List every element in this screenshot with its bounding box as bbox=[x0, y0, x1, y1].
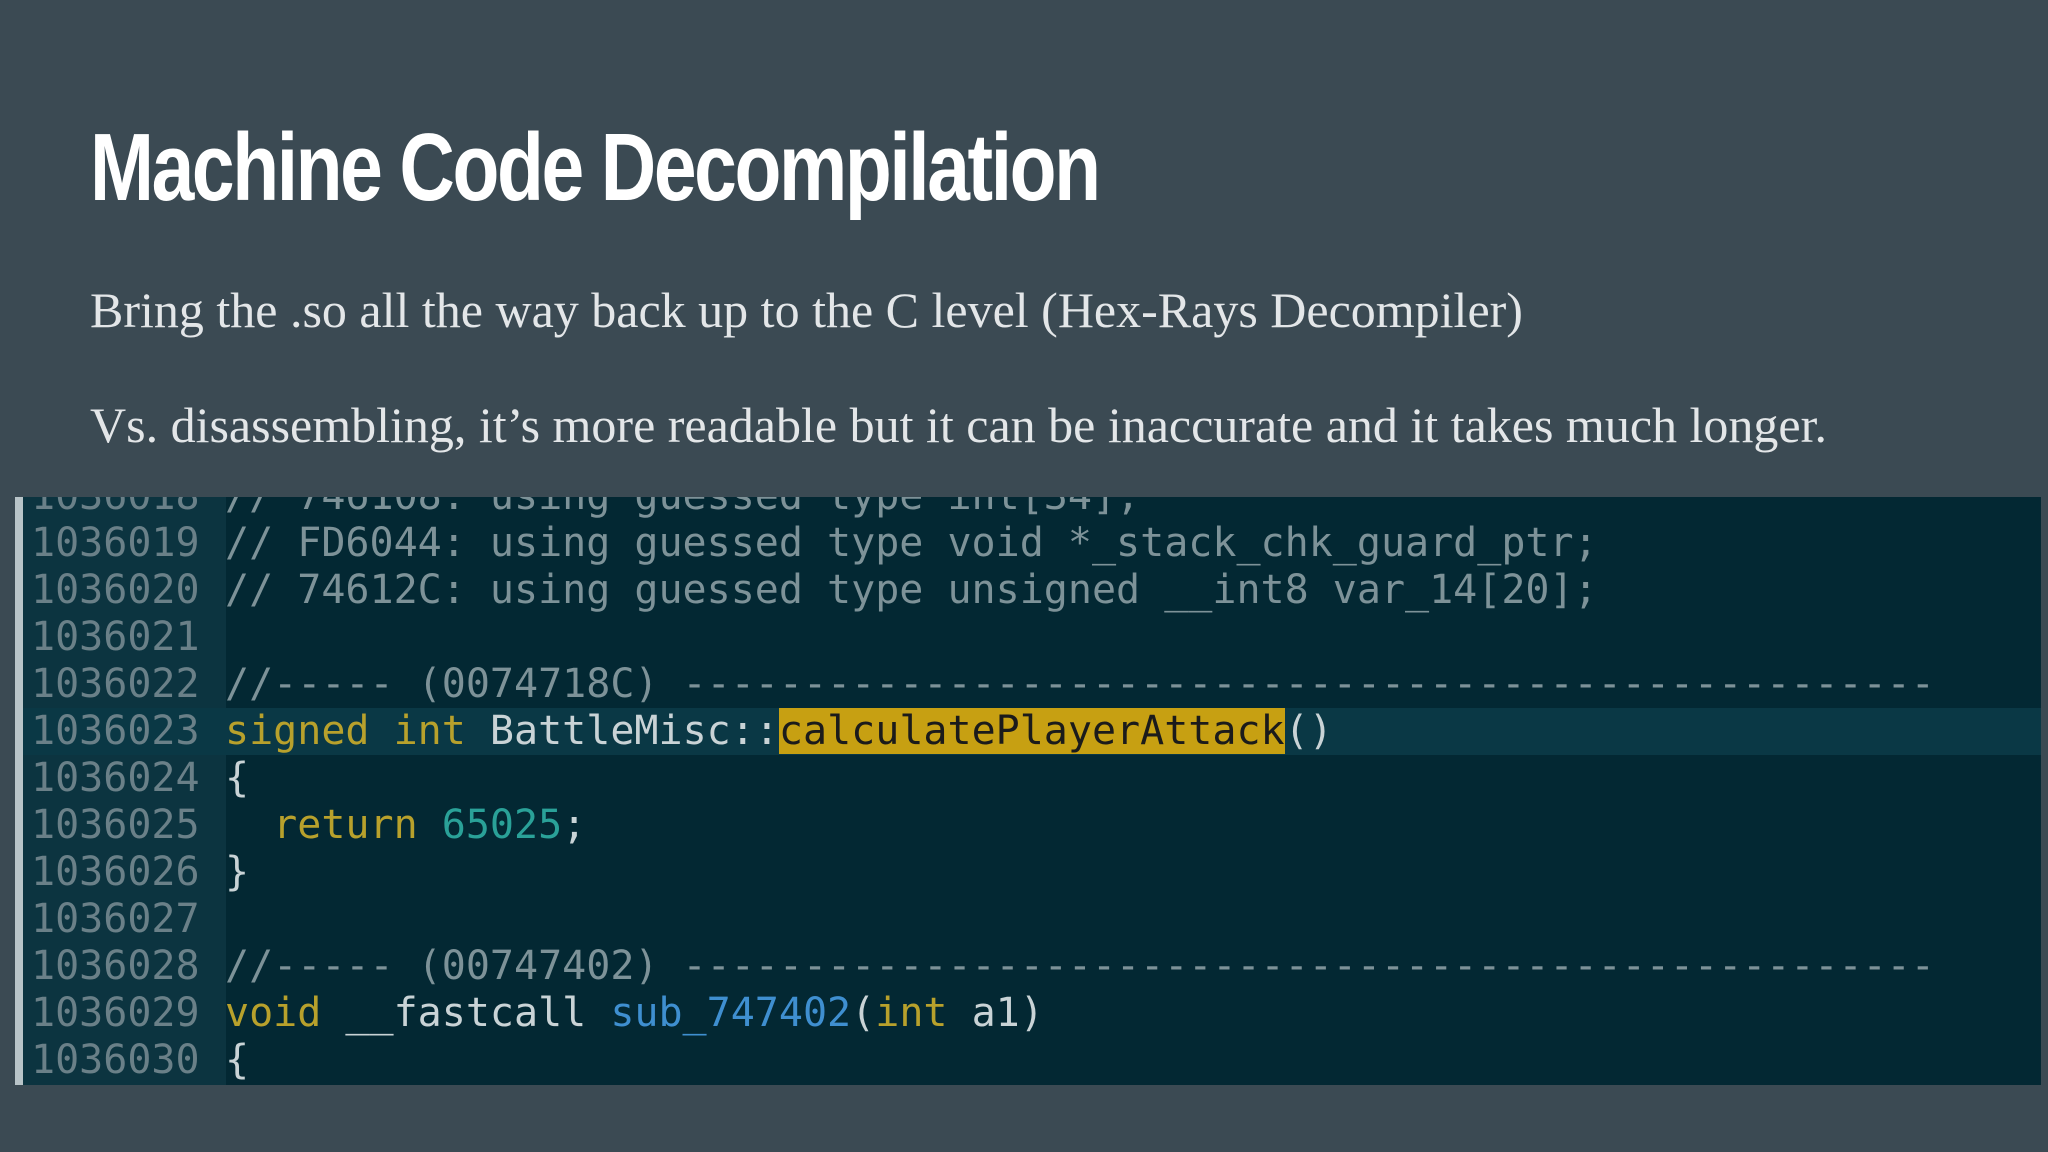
code-token: 65025 bbox=[441, 802, 563, 848]
code-text: return 65025; bbox=[213, 802, 586, 849]
code-token: return bbox=[225, 802, 418, 848]
code-text: //----- (0074718C) ---------------------… bbox=[213, 661, 1935, 708]
code-token: __fastcall bbox=[321, 990, 611, 1036]
bullet-decompiler: Bring the .so all the way back up to the… bbox=[90, 282, 1523, 338]
code-text: void __fastcall sub_747402(int a1) bbox=[213, 990, 1044, 1037]
code-line[interactable]: 1036018 // 746108: using guessed type int… bbox=[23, 497, 2041, 520]
code-text: } bbox=[213, 849, 249, 896]
code-token: void bbox=[225, 990, 322, 1036]
code-token: sub_747402 bbox=[610, 990, 852, 1036]
code-text: signed int BattleMisc::calculatePlayerAt… bbox=[213, 708, 1333, 755]
code-text: { bbox=[213, 755, 249, 802]
code-line[interactable]: 1036024 { bbox=[23, 755, 2041, 802]
line-number: 1036030 bbox=[31, 1037, 200, 1083]
highlighted-identifier[interactable]: calculatePlayerAttack bbox=[778, 708, 1285, 754]
code-token: ; bbox=[562, 802, 587, 848]
line-number: 1036021 bbox=[31, 614, 200, 660]
code-line[interactable]: 1036027 bbox=[23, 896, 2041, 943]
code-token: { bbox=[225, 1037, 250, 1083]
line-number: 1036020 bbox=[31, 567, 200, 613]
line-number: 1036026 bbox=[31, 849, 200, 895]
code-token: // 74612C: using guessed type unsigned _… bbox=[225, 567, 1598, 613]
code-line[interactable]: 1036021 bbox=[23, 614, 2041, 661]
code-line[interactable]: 1036022 //----- (0074718C) --------------… bbox=[23, 661, 2041, 708]
code-text: // 746108: using guessed type int[34]; bbox=[213, 497, 1140, 520]
code-line[interactable]: 1036030 { bbox=[23, 1037, 2041, 1084]
line-number: 1036018 bbox=[23, 497, 213, 520]
code-token: //----- (00747402) ---------------------… bbox=[225, 943, 1935, 989]
code-token: { bbox=[225, 755, 250, 801]
line-number: 1036023 bbox=[31, 708, 200, 754]
code-token: //----- (0074718C) ---------------------… bbox=[225, 661, 1935, 707]
line-number: 1036028 bbox=[31, 943, 200, 989]
code-text: //----- (00747402) ---------------------… bbox=[213, 943, 1935, 990]
line-number: 1036022 bbox=[31, 661, 200, 707]
code-token: a1) bbox=[947, 990, 1044, 1036]
bullet-comparison: Vs. disassembling, it’s more readable bu… bbox=[90, 397, 1827, 453]
code-token: () bbox=[1284, 708, 1333, 754]
code-token: // FD6044: using guessed type void *_sta… bbox=[225, 520, 1598, 566]
line-number: 1036024 bbox=[31, 755, 200, 801]
decompiler-code-view[interactable]: 1036018 // 746108: using guessed type int… bbox=[15, 497, 2041, 1085]
code-token: // 746108: using guessed type int[34]; bbox=[225, 497, 1140, 519]
line-number: 1036027 bbox=[31, 896, 200, 942]
code-line[interactable]: 1036019 // FD6044: using guessed type voi… bbox=[23, 520, 2041, 567]
code-line[interactable]: 1036020 // 74612C: using guessed type uns… bbox=[23, 567, 2041, 614]
slide-title: Machine Code Decompilation bbox=[90, 114, 1101, 221]
line-number: 1036025 bbox=[31, 802, 200, 848]
code-line[interactable]: 1036026} bbox=[23, 849, 2041, 896]
code-token: int bbox=[875, 990, 948, 1036]
line-number: 1036019 bbox=[31, 520, 200, 566]
code-line[interactable]: 1036028 //----- (00747402) --------------… bbox=[23, 943, 2041, 990]
code-token: signed int bbox=[225, 708, 466, 754]
code-text: // FD6044: using guessed type void *_sta… bbox=[213, 520, 1598, 567]
code-line[interactable]: 1036025 return 65025; bbox=[23, 802, 2041, 849]
code-line[interactable]: 1036029 void __fastcall sub_747402(int a1… bbox=[23, 990, 2041, 1037]
code-lines: 1036018 // 746108: using guessed type int… bbox=[23, 497, 2041, 1085]
code-token: BattleMisc:: bbox=[465, 708, 779, 754]
code-line-current[interactable]: 1036023 signed int BattleMisc::calculateP… bbox=[23, 708, 2041, 755]
code-text: { bbox=[213, 1037, 249, 1084]
slide-footer-band bbox=[0, 1085, 2048, 1152]
line-number: 1036029 bbox=[31, 990, 200, 1036]
code-text: // 74612C: using guessed type unsigned _… bbox=[213, 567, 1598, 614]
code-token: ( bbox=[851, 990, 876, 1036]
code-token: } bbox=[225, 849, 250, 895]
